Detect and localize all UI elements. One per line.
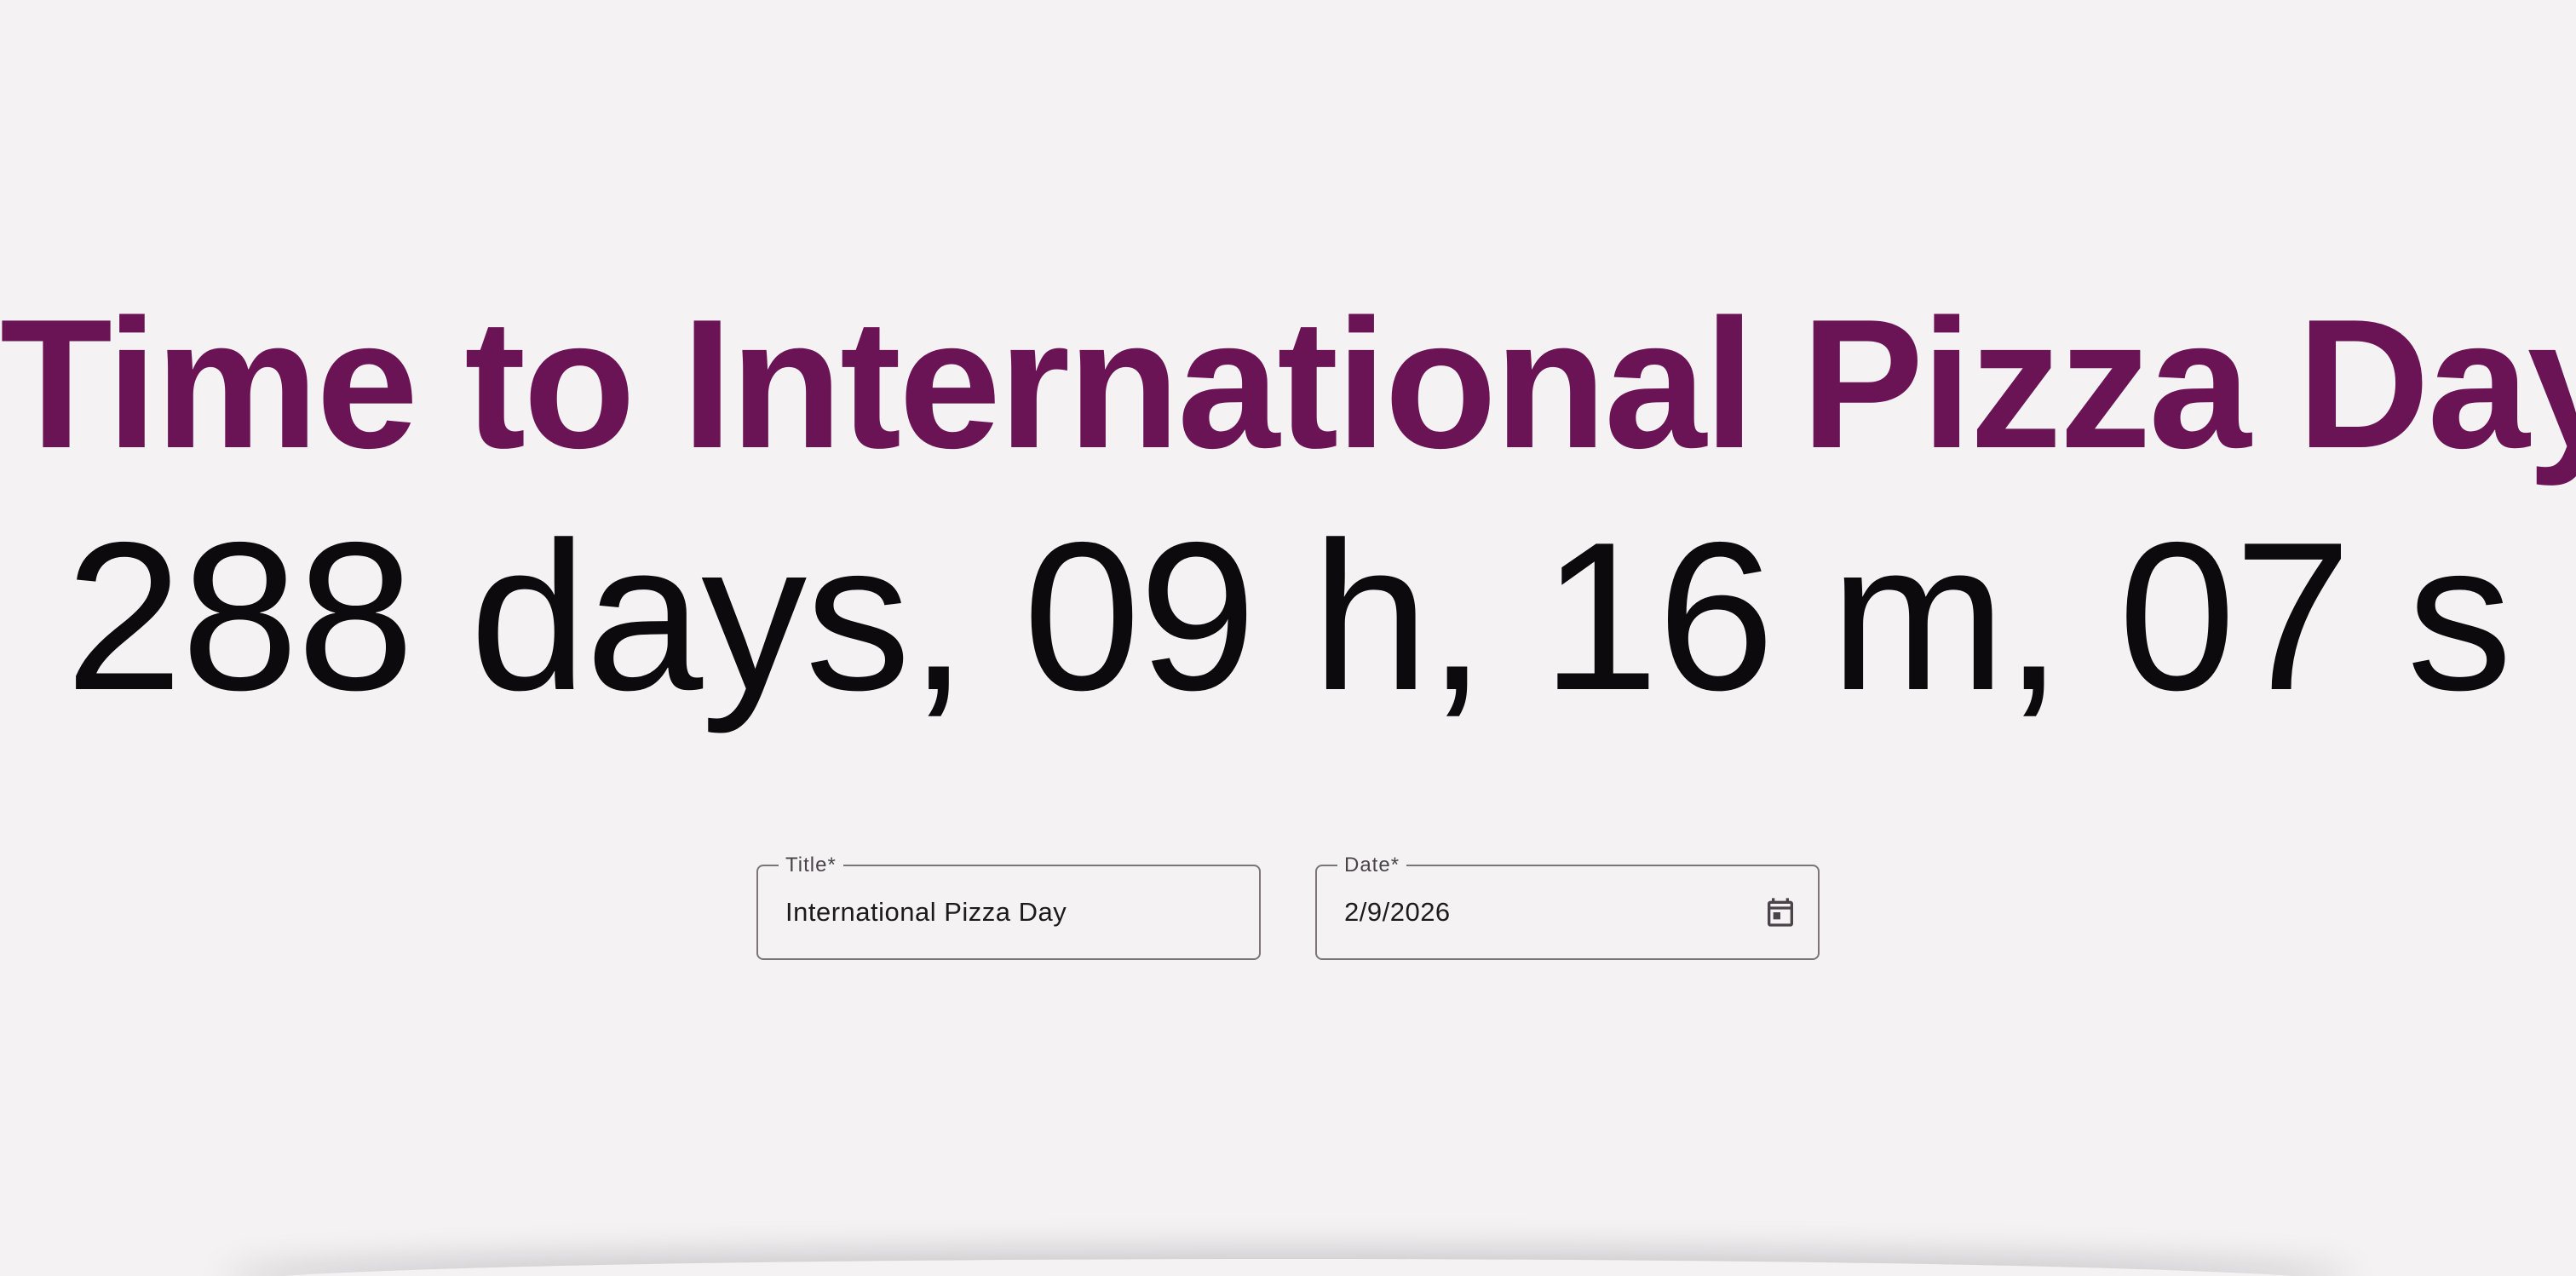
bottom-shadow (221, 1259, 2355, 1276)
page-title: Time to International Pizza Day (0, 280, 2576, 486)
page: Time to International Pizza Day 288 days… (0, 0, 2576, 1276)
countdown-display: 288 days, 09 h, 16 m, 07 s (65, 497, 2513, 734)
title-field-label: Title* (779, 854, 843, 877)
title-field[interactable]: Title* International Pizza Day (756, 854, 1261, 960)
date-field[interactable]: Date* 2/9/2026 (1315, 854, 1820, 960)
calendar-icon-graphic (1768, 898, 1793, 927)
date-field-label: Date* (1337, 854, 1407, 877)
title-input[interactable]: International Pizza Day (785, 895, 1067, 929)
date-input[interactable]: 2/9/2026 (1344, 895, 1451, 929)
calendar-icon[interactable] (1758, 890, 1803, 934)
